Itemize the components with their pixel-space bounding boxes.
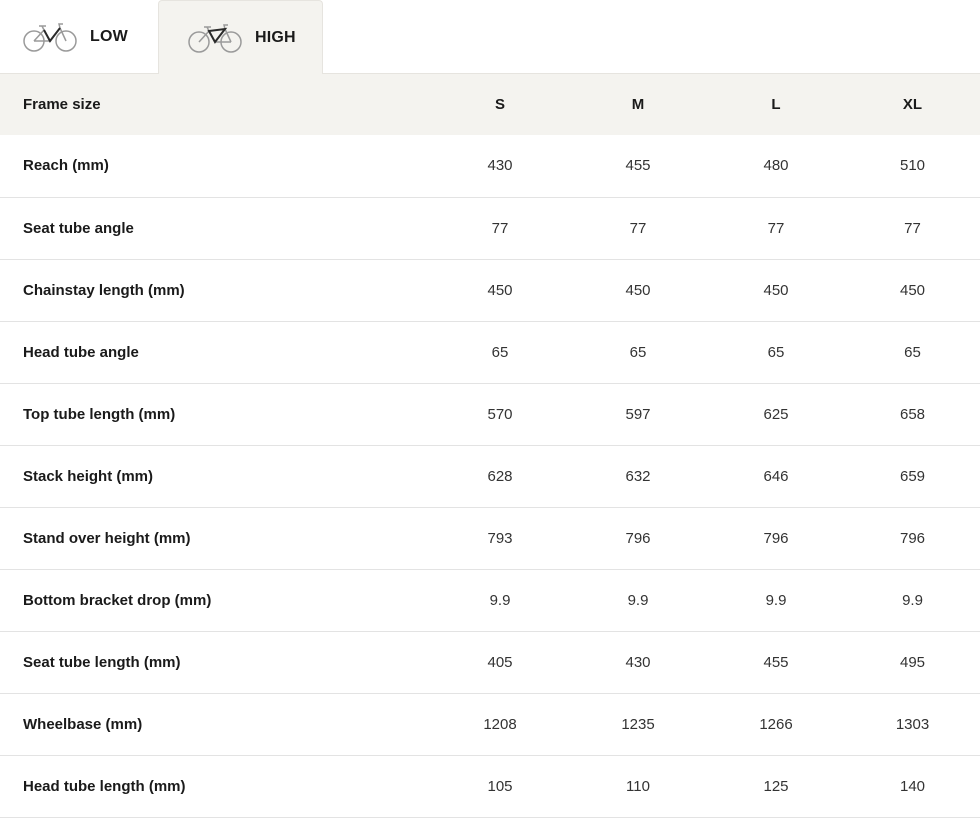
table-row: Wheelbase (mm) 1208 1235 1266 1303	[0, 693, 980, 755]
table-cell: 105	[487, 777, 513, 795]
geometry-table-body: Reach (mm) 430 455 480 510 Seat tube angle 77 7…	[0, 135, 980, 817]
table-cell: 77	[491, 219, 509, 237]
frame-type-tabs: LOW HIGH	[0, 0, 980, 74]
table-cell: 450	[487, 281, 513, 299]
row-label: Seat tube angle	[23, 219, 134, 237]
table-cell: 450	[899, 281, 926, 299]
row-label: Head tube length (mm)	[23, 777, 186, 795]
table-cell: 430	[487, 157, 513, 175]
table-cell: 9.9	[902, 591, 923, 609]
table-cell: 646	[763, 467, 789, 485]
table-cell: 77	[904, 219, 921, 237]
size-header-m: M	[631, 96, 645, 113]
table-cell: 430	[625, 653, 651, 671]
table-row: Stand over height (mm) 793 796 796 796	[0, 507, 980, 569]
table-cell: 796	[625, 529, 651, 547]
row-label: Stack height (mm)	[23, 467, 154, 485]
table-cell: 77	[767, 219, 785, 237]
row-label: Top tube length (mm)	[23, 405, 176, 423]
size-header-l: L	[771, 96, 781, 113]
table-cell: 110	[626, 777, 650, 795]
tab-low-label: LOW	[90, 28, 128, 45]
row-label: Chainstay length (mm)	[23, 281, 185, 299]
table-row: Bottom bracket drop (mm) 9.9 9.9 9.9 9.9	[0, 569, 980, 631]
size-header-s: S	[494, 96, 505, 113]
table-cell: 9.9	[489, 591, 511, 609]
geometry-table: Frame size S M L XL Reach (mm) 430 455 480 5…	[0, 74, 980, 818]
table-cell: 9.9	[765, 591, 787, 609]
table-row: Seat tube angle 77 77 77 77	[0, 197, 980, 259]
table-cell: 793	[487, 529, 513, 547]
bike-low-icon	[22, 20, 78, 54]
frame-size-header: Frame size	[23, 96, 101, 113]
table-cell: 1235	[621, 715, 655, 733]
table-row: Stack height (mm) 628 632 646 659	[0, 445, 980, 507]
table-row: Head tube angle 65 65 65 65	[0, 321, 980, 383]
table-cell: 597	[625, 405, 651, 423]
table-cell: 77	[629, 219, 647, 237]
table-cell: 659	[899, 467, 926, 485]
table-cell: 450	[625, 281, 651, 299]
tab-high[interactable]: HIGH	[158, 0, 323, 74]
row-label: Reach (mm)	[23, 157, 109, 175]
table-row: Top tube length (mm) 570 597 625 658	[0, 383, 980, 445]
table-cell: 9.9	[627, 591, 649, 609]
table-row: Reach (mm) 430 455 480 510	[0, 135, 980, 197]
table-row: Chainstay length (mm) 450 450 450 450	[0, 259, 980, 321]
table-cell: 450	[763, 281, 789, 299]
table-cell: 125	[763, 777, 789, 795]
table-cell: 510	[899, 157, 926, 175]
table-cell: 65	[491, 343, 509, 361]
table-cell: 658	[899, 405, 926, 423]
table-row: Head tube length (mm) 105 110 125 140	[0, 755, 980, 817]
table-cell: 65	[767, 343, 785, 361]
table-cell: 570	[487, 405, 513, 423]
table-cell: 796	[763, 529, 789, 547]
table-cell: 480	[763, 157, 789, 175]
row-label: Wheelbase (mm)	[23, 715, 143, 733]
size-header-xl: XL	[902, 96, 923, 113]
table-cell: 140	[899, 777, 926, 795]
table-cell: 628	[487, 467, 513, 485]
bike-high-icon	[187, 21, 243, 55]
table-cell: 455	[625, 157, 651, 175]
table-cell: 65	[629, 343, 647, 361]
table-cell: 1303	[895, 715, 930, 733]
table-cell: 1266	[759, 715, 793, 733]
table-header-row: Frame size S M L XL	[0, 74, 980, 135]
row-label: Seat tube length (mm)	[23, 653, 181, 671]
table-cell: 455	[763, 653, 789, 671]
table-cell: 1208	[483, 715, 517, 733]
table-cell: 405	[487, 653, 513, 671]
table-cell: 625	[763, 405, 789, 423]
table-row: Seat tube length (mm) 405 430 455 495	[0, 631, 980, 693]
table-cell: 495	[899, 653, 926, 671]
row-label: Stand over height (mm)	[23, 529, 191, 547]
tab-high-label: HIGH	[255, 28, 296, 46]
row-label: Bottom bracket drop (mm)	[23, 591, 212, 609]
tab-low[interactable]: LOW	[0, 0, 158, 74]
row-label: Head tube angle	[23, 343, 139, 361]
table-cell: 65	[904, 343, 921, 361]
table-cell: 796	[899, 529, 926, 547]
table-cell: 632	[625, 467, 651, 485]
